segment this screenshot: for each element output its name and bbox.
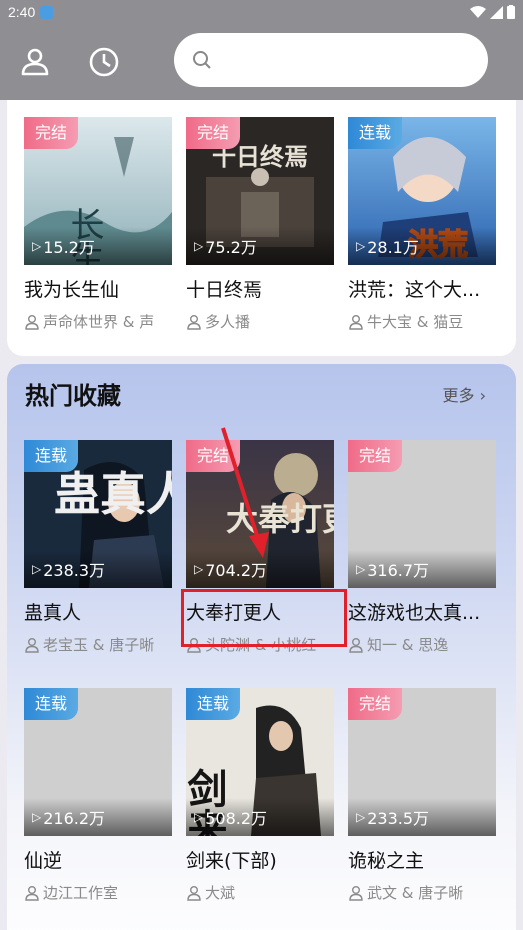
history-clock-icon[interactable] — [86, 44, 122, 80]
cover-title-art: 蛊真人 — [54, 467, 172, 521]
play-count: ▷ 238.3万 — [24, 550, 172, 588]
book-item[interactable]: 蛊真人 连载 ▷ 238.3万 蛊真人 老宝玉 & 唐子晰 — [24, 440, 174, 655]
book-cover[interactable]: 十日终焉 完结 ▷ 75.2万 — [186, 117, 334, 265]
book-title[interactable]: 剑来(下部) — [186, 846, 336, 873]
signal-icon — [490, 5, 503, 19]
profile-icon[interactable] — [17, 44, 53, 80]
book-cover[interactable]: 连载 ▷ 216.2万 — [24, 688, 172, 836]
person-icon — [187, 885, 201, 901]
play-count-value: 316.7万 — [367, 561, 430, 580]
book-authors: 声命体世界 & 声 — [24, 311, 174, 332]
author-names: 大斌 — [205, 884, 236, 902]
book-authors: 老宝玉 & 唐子晰 — [24, 634, 174, 655]
play-count: ▷ 316.7万 — [348, 550, 496, 588]
person-icon — [25, 314, 39, 330]
author-names: 牛大宝 & 猫豆 — [367, 313, 464, 331]
play-count-value: 238.3万 — [43, 561, 106, 580]
play-count-value: 15.2万 — [43, 238, 95, 257]
author-names: 知一 & 思逸 — [367, 636, 449, 654]
book-authors: 大斌 — [186, 882, 336, 903]
chevron-right-icon: › — [479, 386, 486, 405]
status-badge: 完结 — [348, 688, 403, 720]
author-names: 武文 & 唐子晰 — [367, 884, 464, 902]
person-icon — [349, 885, 363, 901]
person-icon — [349, 314, 363, 330]
person-icon — [349, 637, 363, 653]
book-cover[interactable]: 完结 ▷ 233.5万 — [348, 688, 496, 836]
status-badge: 完结 — [348, 440, 403, 472]
play-count: ▷ 233.5万 — [348, 798, 496, 836]
status-badge: 连载 — [186, 688, 241, 720]
status-badge: 完结 — [24, 117, 79, 149]
status-icons — [470, 5, 515, 19]
book-authors: 武文 & 唐子晰 — [348, 882, 498, 903]
book-title[interactable]: 我为长生仙 — [24, 275, 174, 302]
book-title[interactable]: 仙逆 — [24, 846, 174, 873]
annotation-arrow — [221, 427, 269, 558]
play-count: ▷ 28.1万 — [348, 227, 496, 265]
book-authors: 知一 & 思逸 — [348, 634, 498, 655]
book-authors: 牛大宝 & 猫豆 — [348, 311, 498, 332]
author-names: 多人播 — [205, 313, 251, 331]
book-title[interactable]: 十日终焉 — [186, 275, 336, 302]
author-names: 边江工作室 — [43, 884, 119, 902]
person-icon — [25, 885, 39, 901]
search-icon — [193, 51, 211, 69]
wifi-icon — [470, 5, 486, 18]
book-item[interactable]: 连载 ▷ 216.2万 仙逆 边江工作室 — [24, 688, 174, 903]
book-authors: 多人播 — [186, 311, 336, 332]
book-title[interactable]: 诡秘之主 — [348, 846, 498, 873]
status-time: 2:40 — [8, 4, 36, 20]
person-icon — [25, 637, 39, 653]
book-cover[interactable]: 蛊真人 连载 ▷ 238.3万 — [24, 440, 172, 588]
more-link[interactable]: 更多 › — [442, 382, 486, 406]
status-badge: 完结 — [186, 117, 241, 149]
more-label: 更多 — [442, 386, 475, 405]
play-count-value: 216.2万 — [43, 809, 106, 828]
book-item[interactable]: 剑来 连载 ▷508.2万 剑来(下部) 大斌 — [186, 688, 336, 903]
author-names: 老宝玉 & 唐子晰 — [43, 636, 155, 654]
recommend-card: 长生仙 完结 ▷15.2万 我为长生仙 声命体世界 & 声 十日终焉 — [7, 100, 516, 356]
book-cover[interactable]: 完结 ▷ 316.7万 — [348, 440, 496, 588]
play-count-value: 233.5万 — [367, 809, 430, 828]
book-cover[interactable]: 剑来 连载 ▷508.2万 — [186, 688, 334, 836]
book-authors: 边江工作室 — [24, 882, 174, 903]
notification-icon — [40, 5, 54, 19]
annotation-highlight-box — [181, 589, 347, 647]
section-title: 热门收藏 — [25, 382, 121, 410]
author-names: 声命体世界 & 声 — [43, 313, 155, 331]
status-badge: 连载 — [348, 117, 403, 149]
play-count-value: 28.1万 — [367, 238, 419, 257]
status-badge: 连载 — [24, 688, 79, 720]
play-count: ▷ 216.2万 — [24, 798, 172, 836]
battery-icon — [507, 5, 515, 19]
person-icon — [187, 314, 201, 330]
book-item[interactable]: 洪荒 连载 ▷28.1万 洪荒：这个大... 牛大宝 & 猫豆 — [348, 117, 498, 332]
book-title[interactable]: 洪荒：这个大... — [348, 275, 498, 302]
book-item[interactable]: 十日终焉 完结 ▷ 75.2万 十日终焉 多人播 — [186, 117, 336, 332]
book-item[interactable]: 长生仙 完结 ▷15.2万 我为长生仙 声命体世界 & 声 — [24, 117, 174, 332]
book-title[interactable]: 这游戏也太真... — [348, 598, 498, 625]
status-bar: 2:40 — [0, 0, 523, 24]
search-bar[interactable] — [174, 33, 488, 87]
book-item[interactable]: 完结 ▷ 233.5万 诡秘之主 武文 & 唐子晰 — [348, 688, 498, 903]
play-count-value: 508.2万 — [205, 809, 268, 828]
book-cover[interactable]: 洪荒 连载 ▷28.1万 — [348, 117, 496, 265]
play-count: ▷ 508.2万 — [186, 798, 334, 836]
book-item[interactable]: 完结 ▷ 316.7万 这游戏也太真... 知一 & 思逸 — [348, 440, 498, 655]
book-cover[interactable]: 长生仙 完结 ▷15.2万 — [24, 117, 172, 265]
play-count: ▷ 15.2万 — [24, 227, 172, 265]
app-header — [0, 24, 523, 100]
status-badge: 连载 — [24, 440, 79, 472]
book-title[interactable]: 蛊真人 — [24, 598, 174, 625]
search-input[interactable] — [220, 33, 488, 87]
play-count: ▷ 75.2万 — [186, 227, 334, 265]
play-count-value: 75.2万 — [205, 238, 257, 257]
